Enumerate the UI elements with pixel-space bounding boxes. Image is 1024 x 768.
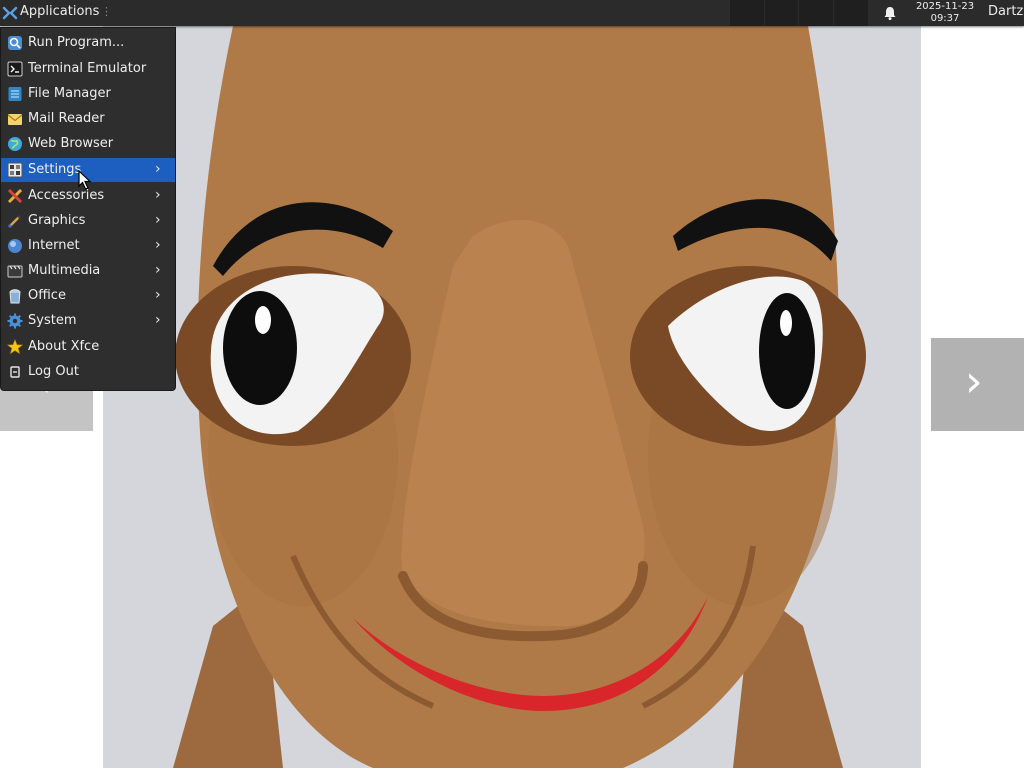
workspace-switcher[interactable] xyxy=(730,0,868,26)
chevron-right-icon: › xyxy=(965,356,983,407)
mouse-cursor-icon xyxy=(78,170,92,190)
terminal-icon xyxy=(7,61,23,77)
menu-item-office[interactable]: Office › xyxy=(1,284,175,308)
menu-item-about-xfce[interactable]: About Xfce xyxy=(1,335,175,359)
plush-face-image xyxy=(103,26,921,768)
graphics-icon xyxy=(8,215,21,228)
menu-item-label: Terminal Emulator xyxy=(28,61,147,76)
menu-item-label: Log Out xyxy=(28,364,79,379)
chevron-right-icon: › xyxy=(155,287,161,303)
menu-item-web-browser[interactable]: Web Browser xyxy=(1,132,175,156)
run-program-icon xyxy=(8,36,22,50)
plush-photo xyxy=(103,26,921,768)
next-image-button[interactable]: › xyxy=(931,338,1024,431)
menu-item-label: Office xyxy=(28,288,66,303)
settings-icon xyxy=(7,162,23,178)
menu-item-label: Web Browser xyxy=(28,136,114,151)
applications-menu: Run Program... Terminal Emulator File Ma… xyxy=(0,27,176,391)
star-icon xyxy=(7,339,23,355)
multimedia-icon xyxy=(7,265,23,278)
system-icon xyxy=(7,313,23,329)
menu-item-system[interactable]: System › xyxy=(1,309,175,333)
menu-item-label: Internet xyxy=(28,238,80,253)
menu-item-terminal-emulator[interactable]: Terminal Emulator xyxy=(1,57,175,81)
clock-time: 09:37 xyxy=(930,13,960,24)
menu-item-internet[interactable]: Internet › xyxy=(1,234,175,258)
notification-bell-icon[interactable] xyxy=(882,5,898,21)
menu-item-label: Graphics xyxy=(28,213,86,228)
menu-item-run-program[interactable]: Run Program... xyxy=(1,31,175,55)
menu-item-label: About Xfce xyxy=(28,339,100,354)
menu-item-label: System xyxy=(28,313,77,328)
internet-icon xyxy=(8,239,22,253)
chevron-right-icon: › xyxy=(155,212,161,228)
applications-menu-button[interactable]: Applications xyxy=(0,0,108,26)
office-icon xyxy=(9,289,21,304)
menu-item-label: Run Program... xyxy=(28,35,125,50)
file-manager-icon xyxy=(8,87,22,101)
chevron-right-icon: › xyxy=(155,187,161,203)
clock-date: 2025-11-23 xyxy=(915,1,975,12)
panel-handle[interactable]: ⋮ xyxy=(101,5,112,18)
user-name[interactable]: Dartz xyxy=(988,4,1023,19)
menu-item-log-out[interactable]: Log Out xyxy=(1,360,175,384)
mail-icon xyxy=(7,114,23,125)
top-panel: Applications ⋮ 2025-11-23 09:37 Dartz xyxy=(0,0,1024,26)
applications-label: Applications xyxy=(20,4,100,19)
xfce-logo-icon xyxy=(2,6,18,20)
menu-item-label: Settings xyxy=(28,162,82,177)
web-browser-icon xyxy=(8,137,22,151)
clock[interactable]: 2025-11-23 09:37 xyxy=(906,1,984,25)
menu-item-file-manager[interactable]: File Manager xyxy=(1,82,175,106)
menu-item-mail-reader[interactable]: Mail Reader xyxy=(1,107,175,131)
accessories-icon xyxy=(7,188,23,204)
chevron-right-icon: › xyxy=(155,262,161,278)
menu-item-label: Mail Reader xyxy=(28,111,105,126)
menu-item-graphics[interactable]: Graphics › xyxy=(1,209,175,233)
chevron-right-icon: › xyxy=(155,312,161,328)
menu-item-label: File Manager xyxy=(28,86,111,101)
chevron-right-icon: › xyxy=(155,161,161,177)
menu-item-label: Accessories xyxy=(28,188,105,203)
menu-item-multimedia[interactable]: Multimedia › xyxy=(1,259,175,283)
menu-item-label: Multimedia xyxy=(28,263,101,278)
chevron-right-icon: › xyxy=(155,237,161,253)
log-out-icon xyxy=(10,366,20,378)
